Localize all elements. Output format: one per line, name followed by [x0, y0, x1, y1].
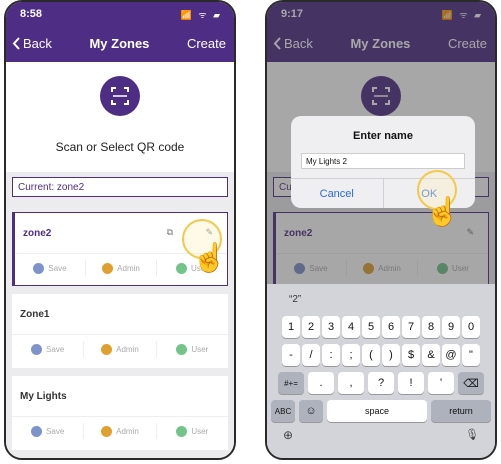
save-button[interactable]: Save — [12, 341, 83, 357]
key[interactable]: $ — [402, 344, 420, 366]
key[interactable]: 0 — [462, 316, 480, 338]
microphone-icon[interactable]: 🎙 — [465, 428, 479, 442]
user-icon — [176, 262, 188, 274]
qr-scan-icon — [111, 87, 129, 105]
name-input[interactable]: My Lights 2 — [301, 153, 465, 169]
keyboard-suggestion[interactable]: “2” — [267, 284, 495, 314]
nav-bar: Back My Zones Create — [12, 36, 226, 51]
key[interactable]: ( — [362, 344, 380, 366]
user-icon — [176, 425, 188, 437]
scan-qr-button[interactable] — [100, 76, 140, 116]
save-button[interactable]: Save — [12, 423, 83, 439]
user-icon — [176, 343, 188, 355]
hand-pointer-icon: ☝ — [425, 196, 460, 227]
abc-key[interactable]: ABC — [271, 400, 295, 422]
admin-label: Admin — [117, 263, 140, 273]
key[interactable]: 6 — [382, 316, 400, 338]
create-button[interactable]: Create — [187, 36, 226, 51]
phone-screen-right: 9:17 📶 ᯤ ▰ Back My Zones Create Curr zon… — [265, 0, 497, 460]
user-button[interactable]: User — [155, 341, 228, 357]
key[interactable]: 5 — [362, 316, 380, 338]
phone-screen-left: 8:58 📶 ᯤ ▰ Back My Zones Create Scan or … — [4, 0, 236, 460]
save-label: Save — [48, 263, 67, 273]
admin-icon — [101, 425, 113, 437]
key[interactable]: ) — [382, 344, 400, 366]
keyboard-row-system: ⊕ 🎙 — [269, 428, 493, 442]
content: Scan or Select QR code Current: zone2 zo… — [6, 62, 234, 458]
hand-pointer-icon: ☝ — [192, 242, 227, 273]
admin-button[interactable]: Admin — [85, 260, 156, 276]
keyboard: “2” 1 2 3 4 5 6 7 8 9 0 - / : ; ( ) $ & … — [267, 284, 495, 458]
key[interactable]: ! — [398, 372, 424, 394]
keyboard-row-symbols: - / : ; ( ) $ & @ " — [269, 344, 493, 366]
current-zone: Current: zone2 — [12, 177, 228, 197]
key[interactable]: 7 — [402, 316, 420, 338]
key[interactable]: ; — [342, 344, 360, 366]
key[interactable]: : — [322, 344, 340, 366]
key[interactable]: / — [302, 344, 320, 366]
keyboard-row-bottom: ABC ☺ space return — [269, 400, 493, 422]
globe-icon[interactable]: ⊕ — [283, 428, 293, 442]
admin-button[interactable]: Admin — [83, 423, 155, 439]
user-button[interactable]: User — [155, 423, 228, 439]
page-title: My Zones — [89, 36, 150, 51]
back-label: Back — [23, 36, 52, 51]
header: 8:58 📶 ᯤ ▰ Back My Zones Create — [6, 2, 234, 62]
zone-name: Zone1 — [20, 309, 50, 320]
admin-icon — [102, 262, 114, 274]
keyboard-row-digits: 1 2 3 4 5 6 7 8 9 0 — [269, 316, 493, 338]
more-symbols-key[interactable]: #+= — [278, 372, 304, 394]
divider — [12, 416, 228, 417]
key[interactable]: 4 — [342, 316, 360, 338]
key[interactable]: @ — [442, 344, 460, 366]
save-button[interactable]: Save — [15, 260, 85, 276]
user-label: User — [191, 426, 209, 436]
share-icon[interactable]: ⧉ — [167, 227, 173, 238]
key[interactable]: ? — [368, 372, 394, 394]
admin-icon — [101, 343, 113, 355]
admin-label: Admin — [116, 344, 139, 354]
key[interactable]: ' — [428, 372, 454, 394]
status-icons: 📶 ᯤ ▰ — [180, 10, 222, 20]
key[interactable]: , — [338, 372, 364, 394]
status-time: 8:58 — [20, 8, 43, 20]
zone-actions: Save Admin User — [12, 341, 228, 357]
user-label: User — [191, 344, 209, 354]
keyboard-row-punct: #+= . , ? ! ' ⌫ — [269, 372, 493, 394]
save-icon — [31, 425, 43, 437]
zone-card[interactable]: My Lights Save Admin User — [12, 376, 228, 450]
save-label: Save — [46, 344, 65, 354]
admin-label: Admin — [116, 426, 139, 436]
key[interactable]: & — [422, 344, 440, 366]
status-bar: 8:58 📶 ᯤ ▰ — [20, 8, 222, 21]
space-key[interactable]: space — [327, 400, 427, 422]
chevron-left-icon — [12, 37, 20, 50]
key[interactable]: 1 — [282, 316, 300, 338]
backspace-key[interactable]: ⌫ — [458, 372, 484, 394]
emoji-icon[interactable]: ☺ — [299, 400, 323, 422]
key[interactable]: . — [308, 372, 334, 394]
cancel-button[interactable]: Cancel — [291, 179, 383, 208]
key[interactable]: 9 — [442, 316, 460, 338]
key[interactable]: 3 — [322, 316, 340, 338]
zone-name: zone2 — [23, 228, 52, 239]
divider — [12, 334, 228, 335]
zone-card[interactable]: Zone1 Save Admin User — [12, 294, 228, 368]
save-label: Save — [46, 426, 65, 436]
zone-actions: Save Admin User — [12, 423, 228, 439]
qr-label: Scan or Select QR code — [55, 140, 185, 154]
key[interactable]: " — [462, 344, 480, 366]
dialog-title: Enter name — [353, 130, 413, 142]
qr-section: Scan or Select QR code — [6, 62, 234, 172]
zone-name: My Lights — [20, 391, 67, 402]
save-icon — [33, 262, 45, 274]
save-icon — [31, 343, 43, 355]
admin-button[interactable]: Admin — [83, 341, 155, 357]
key[interactable]: - — [282, 344, 300, 366]
return-key[interactable]: return — [431, 400, 491, 422]
back-button[interactable]: Back — [12, 36, 52, 51]
key[interactable]: 8 — [422, 316, 440, 338]
key[interactable]: 2 — [302, 316, 320, 338]
